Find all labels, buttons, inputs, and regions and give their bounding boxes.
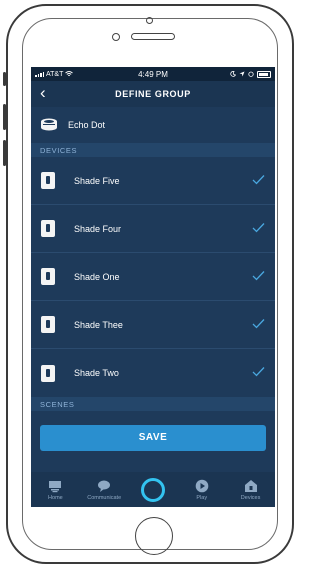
device-row[interactable]: Shade Four [31, 205, 275, 253]
battery-icon [257, 70, 271, 78]
volume-up-button [3, 104, 6, 130]
shade-device-icon [41, 316, 55, 333]
page-title: DEFINE GROUP [115, 89, 191, 99]
shade-device-icon [41, 172, 55, 189]
device-name: Shade Four [74, 223, 122, 234]
device-list: Shade Five Shade Four Shade One Shade Th… [31, 157, 275, 397]
save-area: SAVE [31, 411, 275, 464]
volume-down-button [3, 140, 6, 166]
back-chevron-icon[interactable]: ‹ [40, 84, 46, 102]
checkmark-icon[interactable] [252, 366, 265, 377]
nav-label: Devices [240, 494, 261, 501]
device-name: Shade Five [74, 175, 120, 186]
smart-home-icon [244, 479, 257, 492]
device-name: Shade One [74, 271, 120, 282]
shade-device-icon [41, 220, 55, 237]
status-time: 4:49 PM [138, 69, 168, 79]
earpiece-speaker [131, 33, 175, 40]
section-header-devices: DEVICES [31, 143, 275, 157]
app-screen: AT&T 4:49 PM ‹ DEFINE GROUP Echo Dot DEV… [31, 67, 275, 507]
nav-alexa[interactable] [131, 477, 175, 502]
nav-label: Home [48, 494, 63, 501]
nav-label: Communicate [87, 494, 122, 501]
nav-play[interactable]: Play [180, 479, 224, 501]
nav-devices[interactable]: Devices [229, 479, 273, 501]
checkmark-icon[interactable] [252, 174, 265, 185]
device-row[interactable]: Shade Thee [31, 301, 275, 349]
status-bar: AT&T 4:49 PM [31, 67, 275, 81]
nav-communicate[interactable]: Communicate [82, 479, 126, 501]
checkmark-icon[interactable] [252, 270, 265, 281]
device-name: Shade Thee [74, 319, 123, 330]
group-device-row: Echo Dot [31, 107, 275, 143]
home-icon [49, 480, 62, 492]
camera-icon [146, 17, 153, 24]
group-device-name: Echo Dot [68, 120, 106, 130]
device-row[interactable]: Shade Two [31, 349, 275, 397]
mute-switch [3, 72, 6, 86]
play-icon [195, 479, 209, 492]
echo-dot-icon [41, 118, 57, 131]
device-name: Shade Two [74, 368, 119, 378]
save-button[interactable]: SAVE [40, 424, 266, 451]
device-row[interactable]: Shade Five [31, 157, 275, 205]
chat-bubble-icon [98, 480, 111, 492]
checkmark-icon[interactable] [252, 318, 265, 329]
nav-home[interactable]: Home [33, 479, 77, 501]
device-row[interactable]: Shade One [31, 253, 275, 301]
section-header-scenes: SCENES [31, 397, 275, 411]
shade-device-icon [41, 268, 55, 285]
front-sensor-icon [112, 33, 120, 41]
checkmark-icon[interactable] [252, 222, 265, 233]
nav-label: Play [196, 494, 208, 501]
alexa-ring-icon [140, 477, 165, 502]
shade-device-icon [41, 364, 55, 382]
bottom-nav: Home Communicate Play Devices [31, 472, 275, 507]
home-button[interactable] [135, 517, 173, 555]
page-header: ‹ DEFINE GROUP [31, 81, 275, 107]
